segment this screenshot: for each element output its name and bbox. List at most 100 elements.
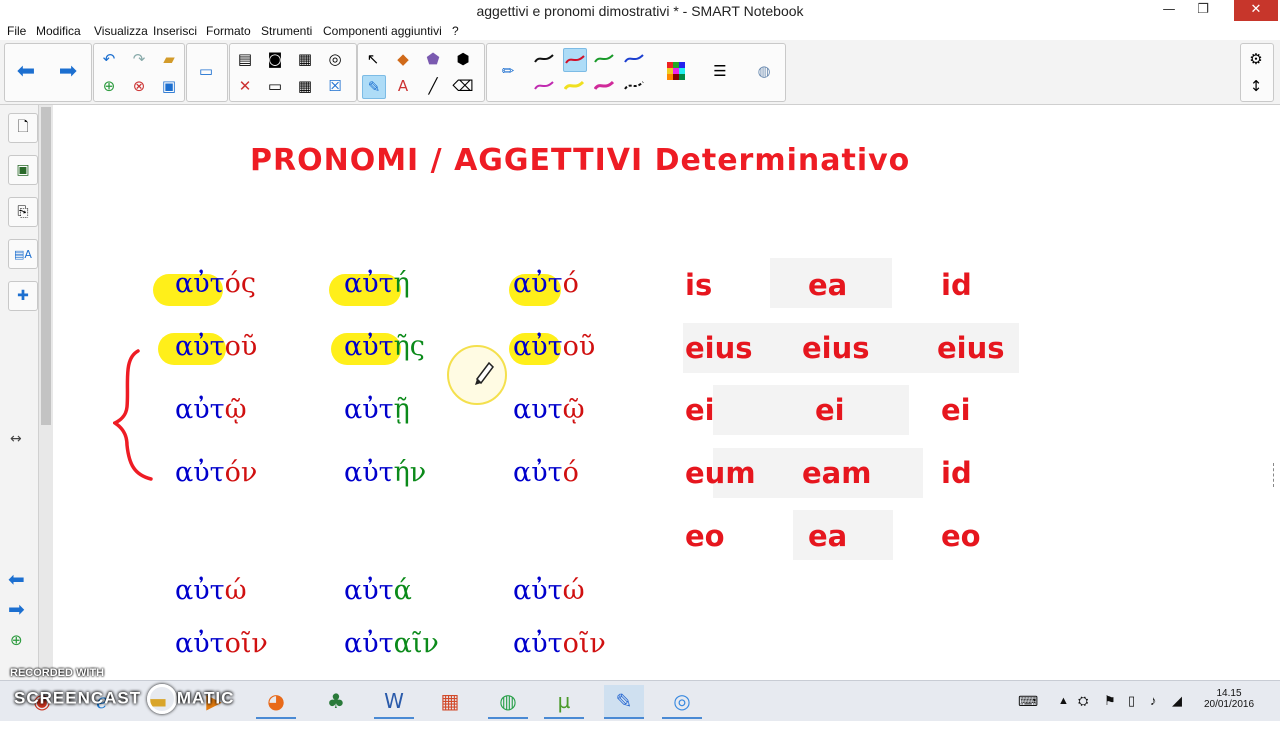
screencast-icon[interactable]: ◎ (662, 685, 702, 719)
menu-help[interactable]: ? (452, 24, 459, 38)
fill-icon[interactable]: ⬢ (452, 48, 474, 70)
minimize-button[interactable]: — (1152, 0, 1186, 21)
chrome-icon[interactable]: ◍ (488, 685, 528, 719)
show-hidden-icons-icon[interactable]: ▲ (1058, 695, 1069, 735)
smart-notebook-icon[interactable]: ✎ (604, 685, 644, 719)
greek-word: αὐτώ (175, 575, 247, 606)
app-icon[interactable]: ♣ (316, 685, 356, 717)
add-page-icon[interactable]: ⊕ (98, 75, 120, 97)
transparency-icon[interactable]: ◍ (753, 60, 775, 82)
latin-word: ei (815, 393, 845, 427)
text-icon[interactable]: A (392, 75, 414, 97)
paste-icon[interactable]: ▤ (234, 48, 256, 70)
greek-word: αὐτή (344, 268, 410, 299)
menu-inserisci[interactable]: Inserisci (153, 24, 197, 38)
restore-button[interactable]: ❐ (1186, 0, 1220, 21)
pen-icon[interactable]: ✏ (497, 60, 519, 82)
latin-word: ea (808, 268, 848, 302)
latin-word: is (685, 268, 713, 302)
line-style-icon[interactable]: ☰ (709, 60, 731, 82)
menu-file[interactable]: File (7, 24, 26, 38)
pen-style-green[interactable] (593, 48, 615, 70)
greek-word: αὐτοῦ (175, 331, 258, 362)
page-edge-marker (1273, 463, 1280, 487)
table-icon[interactable]: ▦ (294, 75, 316, 97)
pen-style-red[interactable] (563, 48, 587, 72)
display-screen-icon[interactable]: ▭ (195, 60, 217, 82)
open-file-icon[interactable]: ▰ (158, 48, 180, 70)
wifi-icon[interactable]: ◢ (1172, 693, 1182, 733)
properties-icon[interactable]: ▤A (8, 239, 38, 269)
latin-word: eius (685, 331, 753, 365)
page-title: PRONOMI / AGGETTIVI Determinativo (250, 143, 911, 178)
tray-date: 20/01/2016 (1203, 699, 1255, 710)
utorrent-icon[interactable]: µ (544, 685, 584, 719)
tray-clock[interactable]: 14.15 20/01/2016 (1202, 688, 1256, 728)
watermark-recorded-with: RECORDED WITH (10, 667, 105, 679)
previous-page-side-icon[interactable]: ⬅ (8, 567, 25, 591)
settings-group: ⚙ ↕ (1240, 43, 1274, 102)
delete-page-icon[interactable]: ⊗ (128, 75, 150, 97)
menu-strumenti[interactable]: Strumenti (261, 24, 312, 38)
red-brace-drawing (113, 349, 153, 481)
next-page-side-icon[interactable]: ➡ (8, 597, 25, 621)
save-icon[interactable]: ▣ (158, 75, 180, 97)
move-toolbar-icon[interactable]: ↕ (1245, 75, 1267, 97)
line-icon[interactable]: ╱ (422, 75, 444, 97)
tools-group: ↖ ◆ ⬟ ⬢ ✎ A ╱ ⌫ (357, 43, 485, 102)
select-arrow-icon[interactable]: ↖ (362, 48, 384, 70)
add-ons-icon[interactable]: ✚ (8, 281, 38, 311)
next-page-icon[interactable]: ➡ (57, 59, 79, 84)
menu-formato[interactable]: Formato (206, 24, 251, 38)
notebook-page[interactable]: PRONOMI / AGGETTIVI Determinativo αὐτός … (53, 105, 1280, 680)
network-icon[interactable]: ⛭ (1078, 693, 1088, 733)
close-button[interactable]: ✕ (1234, 0, 1278, 21)
greek-word: αὐτό (513, 268, 579, 299)
eraser-icon[interactable]: ⌫ (452, 75, 474, 97)
magic-pen-icon[interactable]: ⬟ (422, 48, 444, 70)
redo-icon[interactable]: ↷ (128, 48, 150, 70)
close-item-icon[interactable]: ☒ (324, 75, 346, 97)
add-page-side-icon[interactable]: ⊕ (10, 631, 23, 649)
delete-icon[interactable]: ✕ (234, 75, 256, 97)
latin-word: eum (685, 456, 756, 490)
apps-icon[interactable]: ▦ (430, 685, 470, 717)
pen-style-yellow[interactable] (563, 75, 585, 97)
volume-icon[interactable]: ♪ (1150, 693, 1157, 733)
pen-style-black[interactable] (533, 48, 555, 70)
page-sorter-icon[interactable]: 🗋 (8, 113, 38, 143)
document-camera-icon[interactable]: ◎ (324, 48, 346, 70)
vertical-scrollbar[interactable] (39, 105, 53, 680)
pen-style-dashed[interactable] (623, 75, 645, 97)
battery-icon[interactable]: ▯ (1128, 693, 1135, 733)
screen-capture-icon[interactable]: ◙ (264, 48, 286, 70)
greek-word: αὐτοῖν (513, 628, 606, 659)
flag-icon[interactable]: ⚑ (1104, 693, 1116, 733)
clipboard-group: ▤ ◙ ▦ ◎ ✕ ▭ ▦ ☒ (229, 43, 357, 102)
color-palette-icon[interactable] (665, 60, 687, 82)
pen-style-magenta[interactable] (533, 75, 555, 97)
scrollbar-thumb[interactable] (41, 107, 51, 425)
attachments-icon[interactable]: ⎘ (8, 197, 38, 227)
gallery-icon[interactable]: ▣ (8, 155, 38, 185)
pen-cursor-icon (447, 345, 507, 405)
shapes-icon[interactable]: ◆ (392, 48, 414, 70)
pens-icon[interactable]: ✎ (362, 75, 386, 99)
pen-style-pink[interactable] (593, 75, 615, 97)
screen-shade-icon[interactable]: ▦ (294, 48, 316, 70)
screencast-logo-icon (146, 684, 177, 714)
previous-page-icon[interactable]: ⬅ (15, 59, 37, 84)
keyboard-icon[interactable]: ⌨ (1018, 693, 1038, 733)
firefox-icon[interactable]: ◕ (256, 685, 296, 719)
greek-word: αὐτῇ (344, 394, 410, 425)
latin-word: eius (937, 331, 1005, 365)
resize-sidebar-icon[interactable]: ↔ (10, 431, 22, 447)
full-screen-icon[interactable]: ▭ (264, 75, 286, 97)
menu-componenti[interactable]: Componenti aggiuntivi (323, 24, 442, 38)
menu-visualizza[interactable]: Visualizza (94, 24, 148, 38)
pen-style-blue[interactable] (623, 48, 645, 70)
word-icon[interactable]: W (374, 685, 414, 719)
menu-modifica[interactable]: Modifica (36, 24, 81, 38)
undo-icon[interactable]: ↶ (98, 48, 120, 70)
gear-icon[interactable]: ⚙ (1245, 48, 1267, 70)
